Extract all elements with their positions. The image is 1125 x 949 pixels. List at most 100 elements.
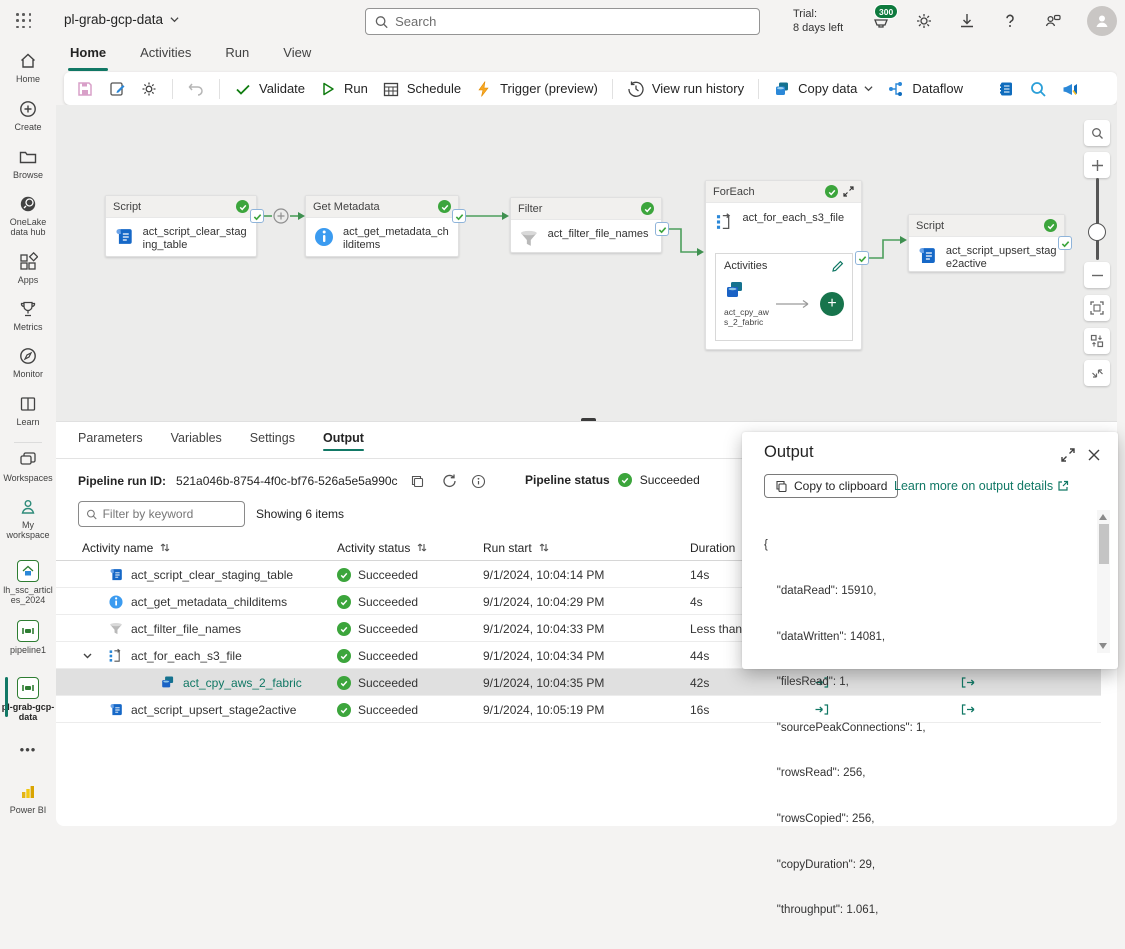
sort-icon[interactable] bbox=[160, 542, 170, 553]
tab-run[interactable]: Run bbox=[223, 42, 251, 68]
trigger-preview-button[interactable]: Trigger (preview) bbox=[475, 80, 598, 98]
zoom-slider-knob[interactable] bbox=[1088, 223, 1106, 241]
refresh-icon[interactable] bbox=[441, 473, 457, 489]
activity-card-filter[interactable]: Filter act_filter_file_names bbox=[510, 197, 662, 253]
col-run-start[interactable]: Run start bbox=[483, 541, 532, 555]
sort-icon[interactable] bbox=[539, 542, 549, 553]
sidebar-item-my-workspace[interactable]: My workspace bbox=[0, 497, 56, 540]
pipeline-icon bbox=[17, 677, 39, 699]
close-icon[interactable] bbox=[1086, 447, 1102, 463]
activity-card-foreach[interactable]: ForEach act_for_each_s3_file Activities … bbox=[705, 180, 862, 350]
scroll-down-arrow[interactable] bbox=[1099, 643, 1107, 649]
col-activity-name[interactable]: Activity name bbox=[82, 541, 153, 555]
activity-card-script-clear-staging[interactable]: Script act_script_clear_staging_table bbox=[105, 195, 257, 257]
sidebar-item-create[interactable]: Create bbox=[0, 99, 56, 132]
tab-variables[interactable]: Variables bbox=[171, 431, 222, 451]
notebook-icon[interactable] bbox=[997, 80, 1015, 98]
pipeline-title-menu[interactable]: pl-grab-gcp-data bbox=[64, 12, 179, 27]
scroll-up-arrow[interactable] bbox=[1099, 514, 1107, 520]
on-success-port[interactable] bbox=[452, 209, 466, 223]
activity-card-get-metadata[interactable]: Get Metadata act_get_metadata_childitems bbox=[305, 195, 459, 257]
copy-to-clipboard-button[interactable]: Copy to clipboard bbox=[764, 474, 898, 498]
tab-activities[interactable]: Activities bbox=[138, 42, 193, 68]
popup-scrollbar[interactable] bbox=[1097, 510, 1110, 653]
col-duration[interactable]: Duration bbox=[690, 541, 735, 555]
browse-magnifier-icon[interactable] bbox=[1029, 80, 1047, 98]
run-button[interactable]: Run bbox=[319, 80, 368, 98]
sidebar-item-lakehouse[interactable]: lh_ssc_articles_2024 bbox=[0, 560, 56, 605]
dataflow-button[interactable]: Dataflow bbox=[887, 80, 963, 98]
col-activity-status[interactable]: Activity status bbox=[337, 541, 410, 555]
undo-icon[interactable] bbox=[187, 80, 205, 98]
copy-data-button[interactable]: Copy data bbox=[773, 80, 873, 98]
foreach-activities-container[interactable]: Activities act_cpy_aws_2_fabric + bbox=[715, 253, 853, 341]
view-run-history-button[interactable]: View run history bbox=[627, 80, 744, 98]
sidebar-item-monitor[interactable]: Monitor bbox=[0, 346, 56, 379]
search-input[interactable] bbox=[395, 14, 751, 29]
activity-type-label: Get Metadata bbox=[313, 201, 380, 213]
add-activity-button[interactable]: + bbox=[820, 292, 844, 316]
zoom-in-button[interactable] bbox=[1084, 152, 1110, 178]
sidebar-item-pl-grab-gcp-data[interactable]: pl-grab-gcp-data bbox=[0, 677, 56, 722]
trial-capacity-icon[interactable]: 300 bbox=[872, 12, 890, 30]
pipeline-status-label: Pipeline status bbox=[525, 473, 610, 487]
pipeline-canvas[interactable]: Script act_script_clear_staging_table Ge… bbox=[56, 105, 1117, 421]
zoom-out-button[interactable] bbox=[1084, 262, 1110, 288]
schedule-button[interactable]: Schedule bbox=[382, 80, 461, 98]
help-icon[interactable] bbox=[1001, 12, 1019, 30]
announcement-icon[interactable] bbox=[1061, 80, 1079, 98]
sidebar-item-learn[interactable]: Learn bbox=[0, 394, 56, 427]
copy-data-icon[interactable] bbox=[724, 281, 746, 301]
tab-settings[interactable]: Settings bbox=[250, 431, 295, 451]
on-success-port[interactable] bbox=[1058, 236, 1072, 250]
activity-filter[interactable] bbox=[78, 501, 245, 527]
activity-run-link[interactable]: act_cpy_aws_2_fabric bbox=[183, 676, 302, 690]
info-circle-icon[interactable] bbox=[471, 474, 486, 489]
account-avatar[interactable] bbox=[1087, 6, 1117, 36]
popup-title: Output bbox=[764, 443, 814, 462]
download-icon[interactable] bbox=[958, 12, 976, 30]
copy-run-id-icon[interactable] bbox=[410, 474, 425, 489]
global-search[interactable] bbox=[365, 8, 760, 35]
expand-chevron-icon[interactable] bbox=[82, 650, 93, 661]
zoom-to-fit-button[interactable] bbox=[1084, 295, 1110, 321]
sidebar-item-home[interactable]: Home bbox=[0, 51, 56, 84]
sidebar-item-browse[interactable]: Browse bbox=[0, 147, 56, 180]
sidebar-item-pipeline1[interactable]: pipeline1 bbox=[0, 620, 56, 655]
save-icon[interactable] bbox=[76, 80, 94, 98]
auto-align-button[interactable] bbox=[1084, 328, 1110, 354]
power-bi-icon bbox=[18, 782, 38, 802]
tab-output[interactable]: Output bbox=[323, 431, 364, 451]
settings-gear-icon[interactable] bbox=[915, 12, 933, 30]
sidebar-item-onelake-data-hub[interactable]: OneLake data hub bbox=[0, 194, 56, 237]
tab-parameters[interactable]: Parameters bbox=[78, 431, 143, 451]
validate-button[interactable]: Validate bbox=[234, 80, 305, 98]
filter-keyword-input[interactable] bbox=[103, 507, 237, 521]
sidebar-item-apps[interactable]: Apps bbox=[0, 252, 56, 285]
sidebar-item-metrics[interactable]: Metrics bbox=[0, 299, 56, 332]
scrollbar-thumb[interactable] bbox=[1099, 524, 1109, 564]
activity-card-script-upsert[interactable]: Script act_script_upsert_stage2active bbox=[908, 214, 1065, 272]
on-success-port[interactable] bbox=[855, 251, 869, 265]
activity-name: act_script_upsert_stage2active bbox=[946, 245, 1057, 271]
feedback-icon[interactable] bbox=[1044, 12, 1062, 30]
pipeline-settings-gear-icon[interactable] bbox=[140, 80, 158, 98]
expand-popup-icon[interactable] bbox=[1060, 447, 1076, 463]
canvas-search-button[interactable] bbox=[1084, 120, 1110, 146]
edit-pencil-icon[interactable] bbox=[831, 260, 844, 273]
zoom-slider-track[interactable] bbox=[1096, 178, 1099, 260]
on-success-port[interactable] bbox=[655, 222, 669, 236]
tab-view[interactable]: View bbox=[281, 42, 313, 68]
tab-home[interactable]: Home bbox=[68, 42, 108, 68]
collapse-all-button[interactable] bbox=[1084, 360, 1110, 386]
collapse-icon[interactable] bbox=[843, 186, 854, 197]
on-success-port[interactable] bbox=[250, 209, 264, 223]
learn-more-link[interactable]: Learn more on output details bbox=[894, 479, 1069, 493]
activity-name: act_for_each_s3_file bbox=[743, 212, 852, 225]
sidebar-item-power-bi[interactable]: Power BI bbox=[0, 782, 56, 815]
validate-all-icon[interactable] bbox=[108, 80, 126, 98]
sort-icon[interactable] bbox=[417, 542, 427, 553]
sidebar-item-workspaces[interactable]: Workspaces bbox=[0, 450, 56, 483]
app-launcher-icon[interactable] bbox=[16, 13, 32, 29]
rail-more-button[interactable]: ••• bbox=[0, 742, 56, 757]
